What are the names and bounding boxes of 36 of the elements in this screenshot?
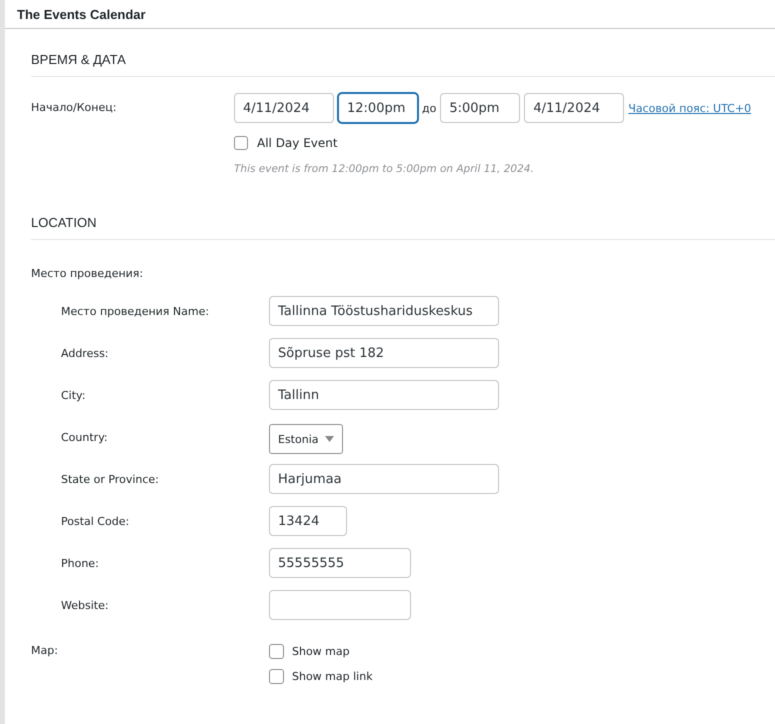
input-field[interactable]: 13424 xyxy=(269,506,347,536)
country-dropdown[interactable]: Estonia xyxy=(269,424,342,454)
caret-icon xyxy=(324,436,334,442)
date-field[interactable]: 4/11/2024 xyxy=(524,93,624,123)
field-label: Место проведения: xyxy=(31,267,144,280)
checkbox[interactable] xyxy=(269,669,284,684)
field-label: Address: xyxy=(61,346,110,360)
input-field[interactable]: Tallinn xyxy=(269,380,499,410)
input-field[interactable]: Tallinna Tööstushariduskeskus xyxy=(269,296,499,326)
time-field[interactable]: 12:00pm xyxy=(338,93,418,123)
field-label: State or Province: xyxy=(61,472,160,486)
field-label: Место проведения Name: xyxy=(61,304,210,318)
input-field[interactable]: Harjumaa xyxy=(269,464,499,494)
field-label: Website: xyxy=(61,598,110,612)
panel-title: The Events Calendar xyxy=(17,6,146,22)
checkbox[interactable] xyxy=(269,644,284,659)
time-field[interactable]: 5:00pm xyxy=(440,93,520,123)
field-label: Postal Code: xyxy=(61,514,130,528)
checkbox[interactable] xyxy=(234,136,248,150)
checkbox-label: Show map link xyxy=(292,670,373,683)
event-summary: This event is from 12:00pm to 5:00pm on April 11, 2024. xyxy=(234,163,535,175)
checkbox-label: All Day Event xyxy=(257,136,338,150)
timezone-link[interactable]: Часовой пояс: UTC+0 xyxy=(628,102,752,114)
section-heading: ВРЕМЯ & ДАТА xyxy=(31,52,126,67)
input-field[interactable]: Sõpruse pst 182 xyxy=(269,338,499,368)
field-label: Phone: xyxy=(61,556,100,570)
range-separator: до xyxy=(422,102,436,114)
input-field[interactable] xyxy=(269,590,411,620)
field-label: Map: xyxy=(31,644,59,659)
section-heading: LOCATION xyxy=(31,215,96,230)
checkbox-label: Show map xyxy=(292,645,350,658)
field-label: City: xyxy=(61,388,86,402)
field-label: Country: xyxy=(61,430,109,444)
date-field[interactable]: 4/11/2024 xyxy=(234,93,334,123)
field-label: Начало/Конец: xyxy=(31,100,118,116)
input-field[interactable]: 55555555 xyxy=(269,548,411,578)
